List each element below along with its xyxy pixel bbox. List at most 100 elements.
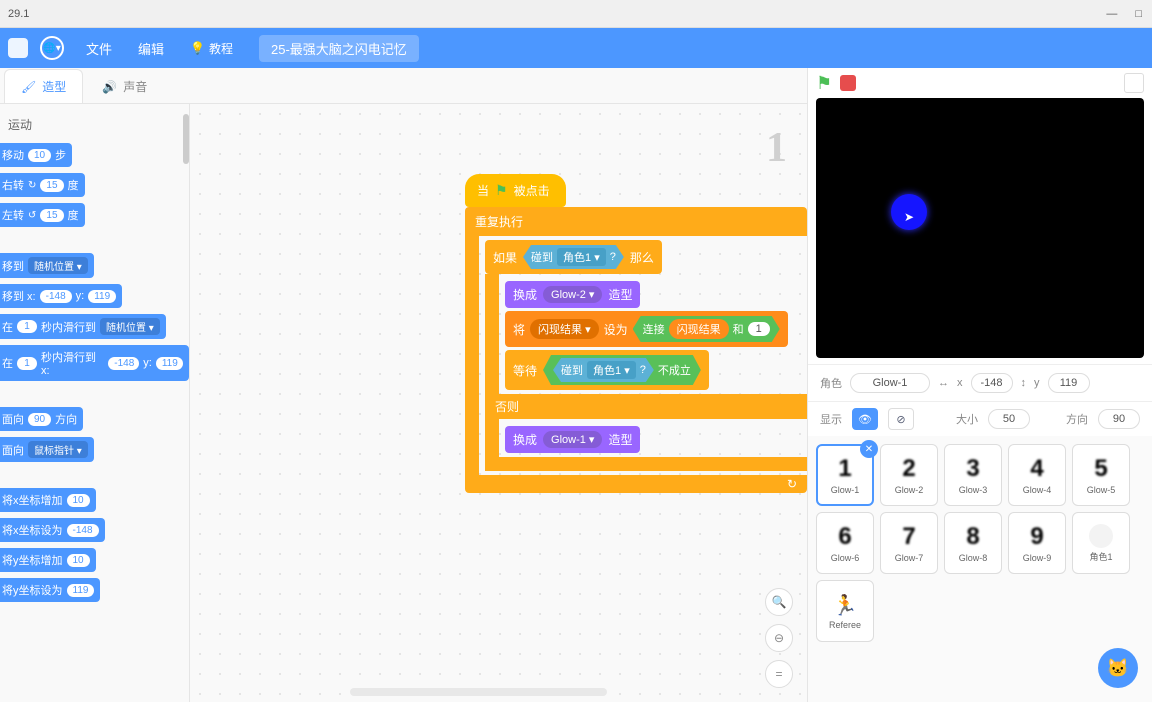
block-if[interactable]: 如果 碰到角色1 ▾? 那么 [485,240,662,274]
stage-header: ⚑ [808,68,1152,98]
zoom-reset-button[interactable]: = [765,660,793,688]
if-end [485,457,807,471]
menu-edit[interactable]: 编辑 [128,39,174,58]
block-wait-until[interactable]: 等待 碰到角色1 ▾?不成立 [505,350,709,390]
block-point-towards[interactable]: 面向鼠标指针 ▾ [0,437,94,462]
minimize-button[interactable]: — [1106,8,1117,20]
sprite-card-Glow-5[interactable]: 5 Glow-5 [1072,444,1130,506]
script-canvas[interactable]: 1 当⚑被点击 重复执行 如果 碰到角色1 ▾? 那么 换成Glow-2 ▾造型 [190,104,807,702]
version-label: 29.1 [8,8,29,20]
hat-when-flag[interactable]: 当⚑被点击 [465,174,566,207]
sprite-card-label: Glow-6 [831,553,860,563]
code-script[interactable]: 当⚑被点击 重复执行 如果 碰到角色1 ▾? 那么 换成Glow-2 ▾造型 将… [465,174,807,493]
op-join[interactable]: 连接闪现结果和1 [633,316,780,342]
sprite-card-label: Glow-7 [895,553,924,563]
sprite-dir-input[interactable] [1098,409,1140,429]
block-turn-left[interactable]: 左转↺15度 [0,203,85,227]
sound-icon: 🔊 [102,80,117,94]
green-flag-button[interactable]: ⚑ [816,73,832,94]
project-title[interactable]: 25-最强大脑之闪电记忆 [259,35,419,62]
y-icon: ↕ [1021,377,1027,389]
sprite-watermark: 1 [766,124,787,172]
op-not[interactable]: 碰到角色1 ▾?不成立 [543,355,701,385]
sprite-thumb: 4 [1030,455,1043,483]
sprite-size-input[interactable] [988,409,1030,429]
sprite-card-label: 角色1 [1089,550,1112,563]
maximize-button[interactable]: □ [1135,8,1142,20]
block-else[interactable]: 否则 [485,394,807,419]
sprite-card-label: Glow-1 [831,485,860,495]
brush-icon: 🖌 [21,80,36,94]
sprite-card-Glow-3[interactable]: 3 Glow-3 [944,444,1002,506]
block-glide-random[interactable]: 在1秒内滑行到随机位置 ▾ [0,314,166,339]
stage-preview[interactable]: ➤ [816,98,1144,358]
sprite-thumb: 6 [838,523,851,551]
block-switch-costume-2[interactable]: 换成Glow-1 ▾造型 [505,426,640,453]
add-sprite-button[interactable]: 🐱 [1098,648,1138,688]
sprite-thumb [1089,524,1113,548]
block-goto-random[interactable]: 移到随机位置 ▾ [0,253,94,278]
sprite-card-角色1[interactable]: 角色1 [1072,512,1130,574]
sprite-card-label: Glow-9 [1023,553,1052,563]
sprite-card-label: Referee [829,620,861,630]
sprite-card-label: Glow-8 [959,553,988,563]
sprite-card-Referee[interactable]: 🏃 Referee [816,580,874,642]
language-globe-icon[interactable]: 🌐▾ [40,36,64,60]
sprite-name-label: 角色 [820,375,842,391]
zoom-out-button[interactable]: ⊖ [765,624,793,652]
menu-tutorial[interactable]: 💡教程 [180,40,243,57]
delete-sprite-icon[interactable]: ✕ [860,440,878,458]
block-change-x[interactable]: 将x坐标增加10 [0,488,96,512]
sprite-thumb: 9 [1030,523,1043,551]
block-move[interactable]: 移动10步 [0,143,72,167]
zoom-in-button[interactable]: 🔍 [765,588,793,616]
stage-layout-button[interactable] [1124,73,1144,93]
sprite-card-label: Glow-5 [1087,485,1116,495]
title-bar: 29.1 — □ [0,0,1152,28]
cond-touching[interactable]: 碰到角色1 ▾? [523,245,624,269]
sprite-y-input[interactable] [1048,373,1090,393]
sprite-card-Glow-8[interactable]: 8 Glow-8 [944,512,1002,574]
show-hidden-button[interactable]: ⊘ [888,408,914,430]
sprite-card-label: Glow-2 [895,485,924,495]
green-flag-icon: ⚑ [495,182,508,199]
category-motion: 运动 [0,112,189,137]
tab-sound[interactable]: 🔊声音 [85,69,164,103]
block-palette[interactable]: 运动 移动10步 右转↻15度 左转↺15度 移到随机位置 ▾ 移到 x:-14… [0,104,190,702]
sprite-card-label: Glow-3 [959,485,988,495]
sprite-thumb: 8 [966,523,979,551]
app-logo [8,38,28,58]
tab-costume[interactable]: 🖌造型 [4,69,83,103]
sprite-x-input[interactable] [971,373,1013,393]
block-change-y[interactable]: 将y坐标增加10 [0,548,96,572]
block-switch-costume-1[interactable]: 换成Glow-2 ▾造型 [505,281,640,308]
stop-button[interactable] [840,75,856,91]
sprite-thumb: 1 [838,455,851,483]
block-set-y[interactable]: 将y坐标设为119 [0,578,100,602]
sprite-thumb: 3 [966,455,979,483]
block-point-dir[interactable]: 面向90方向 [0,407,83,431]
block-glide-xy[interactable]: 在1秒内滑行到 x:-148y:119 [0,345,189,381]
menu-file[interactable]: 文件 [76,39,122,58]
sprite-card-Glow-9[interactable]: 9 Glow-9 [1008,512,1066,574]
x-icon: ↔ [938,377,949,389]
horizontal-scrollbar[interactable] [350,688,607,696]
sprite-thumb: 🏃 [833,593,858,618]
sprite-props-row: 显示 👁 ⊘ 大小 方向 [808,402,1152,436]
sprite-name-input[interactable] [850,373,930,393]
stage-cursor-icon: ➤ [904,210,914,224]
block-forever[interactable]: 重复执行 [465,207,807,236]
block-set-x[interactable]: 将x坐标设为-148 [0,518,105,542]
sprite-card-label: Glow-4 [1023,485,1052,495]
block-goto-xy[interactable]: 移到 x:-148y:119 [0,284,122,308]
sprite-card-Glow-1[interactable]: ✕1Glow-1 [816,444,874,506]
sprite-thumb: 5 [1094,455,1107,483]
sprite-list: ✕ 1 Glow-1 2Glow-2 3 Glow-3 4 Glow-4 5 Glow-5 6 Glo… [808,436,1152,702]
sprite-card-Glow-4[interactable]: 4 Glow-4 [1008,444,1066,506]
sprite-card-Glow-6[interactable]: 6 Glow-6 [816,512,874,574]
sprite-card-Glow-2[interactable]: 2Glow-2 [880,444,938,506]
sprite-card-Glow-7[interactable]: 7Glow-7 [880,512,938,574]
show-visible-button[interactable]: 👁 [852,408,878,430]
block-turn-right[interactable]: 右转↻15度 [0,173,85,197]
block-set-variable[interactable]: 将闪现结果 ▾设为 连接闪现结果和1 [505,311,788,347]
